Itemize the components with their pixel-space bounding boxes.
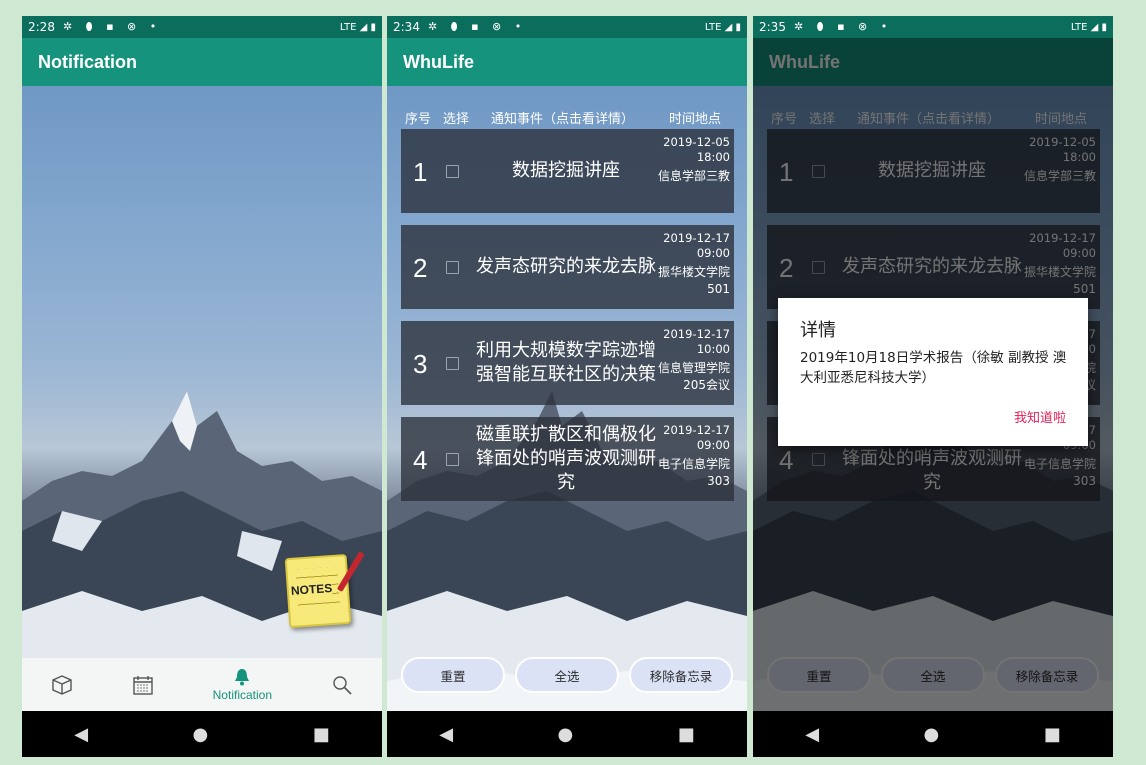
row-number: 3 <box>413 349 428 379</box>
row-time-place: 2019-12-05 18:00 信息学部三教 <box>656 135 730 185</box>
nav-item-calendar[interactable] <box>132 674 154 696</box>
row-clock: 09:00 <box>696 246 730 260</box>
phone-screen-list: 2:34 ✲ ⬮ ▪ ⊗ • LTE ◢ ▮ WhuLife 序号 选择 通知事… <box>387 16 747 757</box>
row-date: 2019-12-17 <box>663 423 730 437</box>
bell-icon <box>235 668 250 685</box>
row-title[interactable]: 磁重联扩散区和偶极化锋面处的哨声波观测研究 <box>471 417 661 501</box>
row-place: 信息学部三教 <box>657 169 730 183</box>
row-time-place: 2019-12-17 09:00 电子信息学院303 <box>656 423 730 490</box>
details-dialog: 详情 2019年10月18日学术报告（徐敏 副教授 澳大利亚悉尼科技大学） 我知… <box>778 298 1088 446</box>
action-buttons: 重置 全选 移除备忘录 <box>401 657 733 695</box>
list-item[interactable]: 3 利用大规模数字踪迹增强智能互联社区的决策 2019-12-17 10:00 … <box>401 321 734 405</box>
mountain-background: NOTES <box>22 86 382 711</box>
row-date: 2019-12-17 <box>663 231 730 245</box>
status-bar: 2:34 ✲ ⬮ ▪ ⊗ • LTE ◢ ▮ <box>387 16 747 38</box>
search-icon <box>332 675 352 695</box>
col-time-place: 时间地点 <box>669 112 722 127</box>
status-bar: 2:28 ✲ ⬮ ▪ ⊗ • LTE ◢ ▮ <box>22 16 382 38</box>
home-icon[interactable]: ● <box>193 724 209 745</box>
row-place: 信息管理学院205会议 <box>657 361 730 392</box>
row-title[interactable]: 数据挖掘讲座 <box>471 129 661 213</box>
notes-label: NOTES <box>290 581 333 598</box>
row-clock: 09:00 <box>696 438 730 452</box>
recents-icon[interactable]: ■ <box>1044 724 1061 745</box>
system-navigation-bar: ◀ ● ■ <box>387 711 747 757</box>
row-number: 2 <box>413 253 428 283</box>
row-number: 1 <box>413 157 428 187</box>
status-icons: ✲ ⬮ ▪ ⊗ • <box>62 20 162 33</box>
row-checkbox[interactable] <box>446 453 459 466</box>
notes-sticker[interactable]: NOTES <box>284 551 365 629</box>
row-clock: 18:00 <box>696 150 730 164</box>
recents-icon[interactable]: ■ <box>678 724 695 745</box>
row-place: 电子信息学院303 <box>657 457 730 488</box>
calendar-icon <box>133 675 153 695</box>
bottom-navigation: Notification <box>22 658 382 711</box>
status-time: 2:35 <box>759 20 786 34</box>
status-icons: ✲ ⬮ ▪ ⊗ • <box>793 20 893 33</box>
dialog-ok-button[interactable]: 我知道啦 <box>1014 407 1066 426</box>
status-bar: 2:35 ✲ ⬮ ▪ ⊗ • LTE ◢ ▮ <box>753 16 1113 38</box>
recents-icon[interactable]: ■ <box>313 724 330 745</box>
row-time-place: 2019-12-17 10:00 信息管理学院205会议 <box>656 327 730 394</box>
row-checkbox[interactable] <box>446 357 459 370</box>
col-select: 选择 <box>443 112 470 127</box>
app-bar-title: Notification <box>22 38 382 86</box>
back-icon[interactable]: ◀ <box>439 724 453 745</box>
network-indicator: LTE ◢ ▮ <box>339 21 376 33</box>
phone-screen-dialog: 2:35 ✲ ⬮ ▪ ⊗ • LTE ◢ ▮ WhuLife 序号 选择 通知事… <box>753 16 1113 757</box>
reset-button[interactable]: 重置 <box>401 657 505 693</box>
network-indicator: LTE ◢ ▮ <box>704 21 741 33</box>
select-all-button[interactable]: 全选 <box>515 657 619 693</box>
nav-item-cube[interactable] <box>51 674 73 696</box>
back-icon[interactable]: ◀ <box>74 724 88 745</box>
row-date: 2019-12-17 <box>663 327 730 341</box>
home-icon[interactable]: ● <box>558 724 574 745</box>
row-title[interactable]: 利用大规模数字踪迹增强智能互联社区的决策 <box>471 321 661 405</box>
nav-item-notification[interactable]: Notification <box>213 668 272 702</box>
row-number: 4 <box>413 445 428 475</box>
status-time: 2:28 <box>28 20 55 34</box>
status-time: 2:34 <box>393 20 420 34</box>
row-checkbox[interactable] <box>446 165 459 178</box>
app-bar-title: WhuLife <box>387 38 747 86</box>
row-date: 2019-12-05 <box>663 135 730 149</box>
row-title[interactable]: 发声态研究的来龙去脉 <box>471 225 661 309</box>
status-icons: ✲ ⬮ ▪ ⊗ • <box>427 20 527 33</box>
row-place: 振华楼文学院501 <box>657 265 730 296</box>
system-navigation-bar: ◀ ● ■ <box>753 711 1113 757</box>
table-header: 序号 选择 通知事件（点击看详情） 时间地点 <box>387 108 747 128</box>
dialog-message: 2019年10月18日学术报告（徐敏 副教授 澳大利亚悉尼科技大学） <box>800 350 1067 386</box>
dialog-title: 详情 <box>800 320 836 341</box>
cube-icon <box>52 674 73 695</box>
system-navigation-bar: ◀ ● ■ <box>22 711 382 757</box>
remove-memo-button[interactable]: 移除备忘录 <box>629 657 733 693</box>
list-item[interactable]: 2 发声态研究的来龙去脉 2019-12-17 09:00 振华楼文学院501 <box>401 225 734 309</box>
row-time-place: 2019-12-17 09:00 振华楼文学院501 <box>656 231 730 298</box>
col-index: 序号 <box>405 112 432 127</box>
home-icon[interactable]: ● <box>924 724 940 745</box>
col-event: 通知事件（点击看详情） <box>491 112 635 127</box>
list-item[interactable]: 1 数据挖掘讲座 2019-12-05 18:00 信息学部三教 <box>401 129 734 213</box>
nav-label-notification: Notification <box>212 687 273 702</box>
phone-screen-notification: 2:28 ✲ ⬮ ▪ ⊗ • LTE ◢ ▮ Notification NOTE… <box>22 16 382 757</box>
nav-item-search[interactable] <box>331 674 353 696</box>
list-item[interactable]: 4 磁重联扩散区和偶极化锋面处的哨声波观测研究 2019-12-17 09:00… <box>401 417 734 501</box>
network-indicator: LTE ◢ ▮ <box>1070 21 1107 33</box>
back-icon[interactable]: ◀ <box>805 724 819 745</box>
row-checkbox[interactable] <box>446 261 459 274</box>
row-clock: 10:00 <box>696 342 730 356</box>
